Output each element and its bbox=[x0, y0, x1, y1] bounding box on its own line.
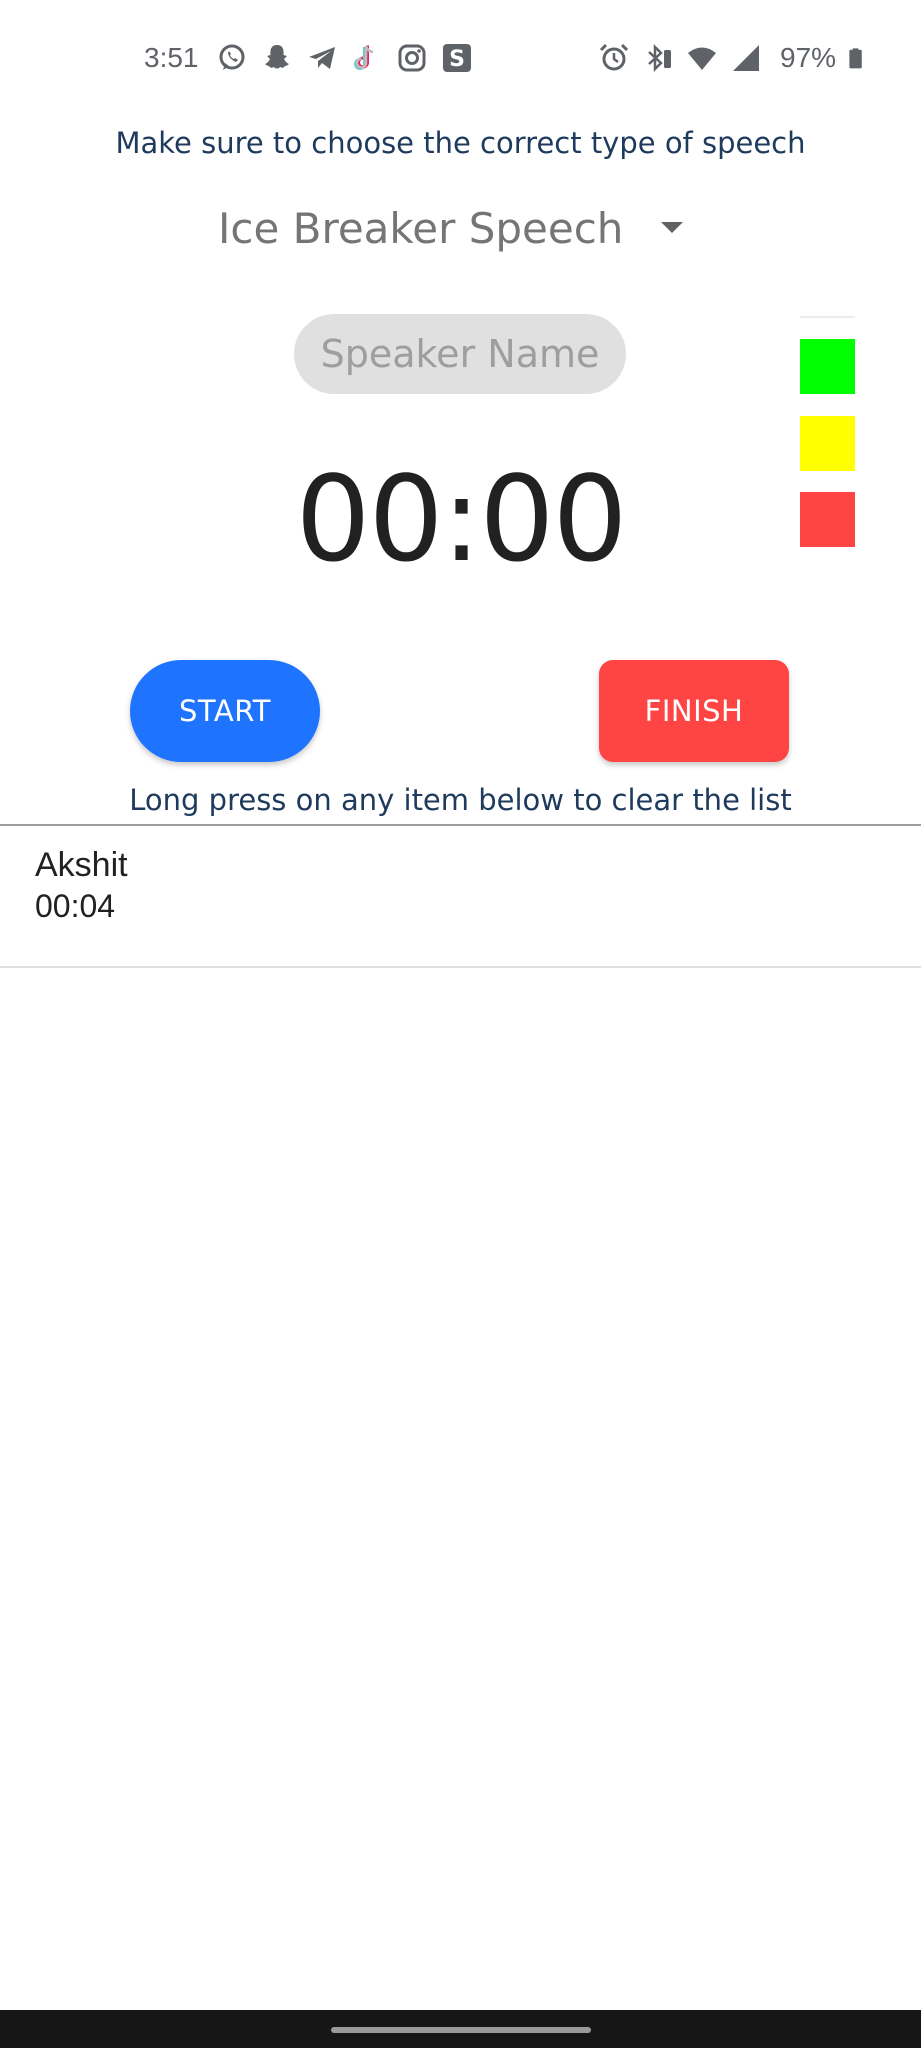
dropdown-arrow-icon bbox=[661, 222, 683, 233]
status-time: 3:51 bbox=[144, 42, 199, 73]
status-bar: 3:51 S 97% bbox=[0, 0, 921, 118]
bluetooth-icon bbox=[648, 43, 671, 73]
battery-percent: 97% bbox=[780, 42, 837, 73]
clear-list-instruction: Long press on any item below to clear th… bbox=[129, 783, 792, 817]
results-list: Akshit 00:04 bbox=[0, 826, 921, 968]
snapchat-icon bbox=[265, 45, 289, 69]
timer-display: 00:00 bbox=[295, 450, 627, 588]
speech-type-instruction: Make sure to choose the correct type of … bbox=[115, 126, 806, 160]
telegram-icon bbox=[309, 47, 335, 69]
home-gesture-handle[interactable] bbox=[331, 2027, 591, 2033]
list-item-speech-time: 00:04 bbox=[35, 888, 116, 924]
red-signal bbox=[800, 492, 855, 547]
svg-text:S: S bbox=[449, 47, 465, 72]
speaker-name-input[interactable] bbox=[294, 314, 626, 394]
whatsapp-icon bbox=[219, 44, 245, 70]
signal-divider bbox=[800, 316, 855, 318]
notification-icons: S bbox=[216, 40, 473, 76]
instagram-icon bbox=[398, 44, 426, 72]
list-item[interactable]: Akshit 00:04 bbox=[0, 826, 921, 968]
list-item-speaker-name: Akshit bbox=[35, 846, 128, 884]
wifi-icon bbox=[688, 47, 716, 70]
navigation-bar bbox=[0, 2010, 921, 2048]
finish-button[interactable]: FINISH bbox=[599, 660, 789, 762]
tiktok-icon bbox=[354, 45, 374, 70]
speech-type-dropdown[interactable]: Ice Breaker Speech bbox=[210, 196, 710, 266]
speech-type-selected: Ice Breaker Speech bbox=[218, 204, 624, 253]
start-button[interactable]: START bbox=[130, 660, 320, 762]
green-signal bbox=[800, 339, 855, 394]
alarm-icon bbox=[599, 43, 629, 71]
yellow-signal bbox=[800, 416, 855, 471]
s-app-icon: S bbox=[443, 44, 471, 72]
system-icons: 97% bbox=[598, 40, 870, 76]
cell-signal-icon bbox=[733, 45, 759, 71]
battery-icon bbox=[849, 48, 862, 69]
